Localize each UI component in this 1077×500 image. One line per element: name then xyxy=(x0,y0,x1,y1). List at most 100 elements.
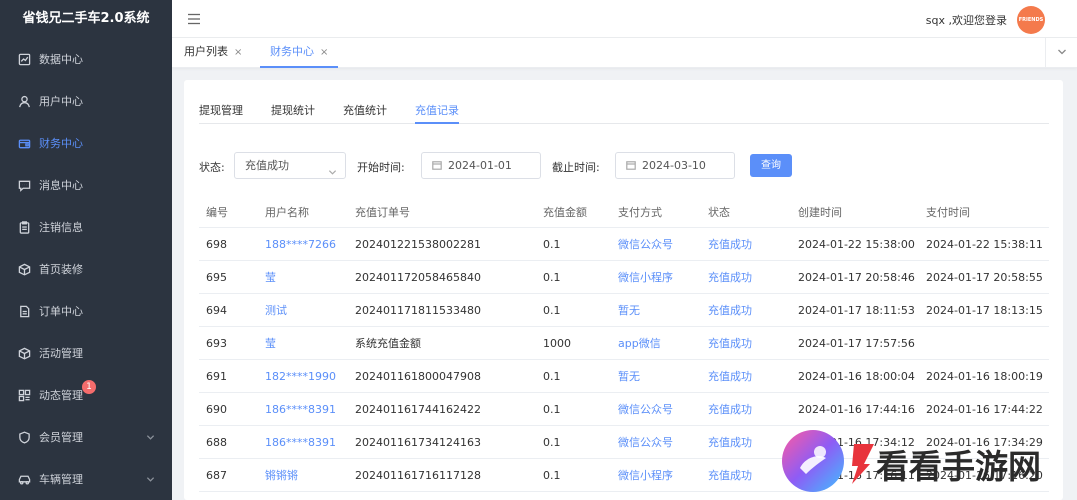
table-cell: 0.1 xyxy=(543,303,561,317)
table-cell: app微信 xyxy=(618,337,661,350)
table-cell: 687 xyxy=(206,468,227,482)
sidebar-item-vehicles[interactable]: 车辆管理 xyxy=(0,458,172,500)
sidebar-item-label: 车辆管理 xyxy=(39,473,83,486)
table-cell: 充值成功 xyxy=(708,469,752,482)
table-cell[interactable]: 188****7266 xyxy=(265,228,336,260)
table-cell: 充值成功 xyxy=(708,403,752,416)
table-cell: 2024-01-16 18:00:19 xyxy=(926,369,1043,383)
table-cell[interactable]: 莹 xyxy=(265,261,276,293)
sidebar-item-home-decor[interactable]: 首页装修 xyxy=(0,248,172,290)
table-cell: 695 xyxy=(206,270,227,284)
table-cell: 暂无 xyxy=(618,370,640,383)
menu-toggle-icon[interactable] xyxy=(187,13,201,25)
subtab-recharge-stats[interactable]: 充值统计 xyxy=(343,102,387,124)
table-cell: 0.1 xyxy=(543,468,561,482)
start-date-value: 2024-01-01 xyxy=(448,159,512,172)
sidebar-item-label: 首页装修 xyxy=(39,263,83,276)
status-value: 充值成功 xyxy=(245,159,289,172)
table-cell: 系统充值金额 xyxy=(355,337,421,350)
table-cell[interactable]: 锵锵锵 xyxy=(265,459,298,491)
chart-icon xyxy=(17,52,31,66)
table-row: 693 莹 系统充值金额 1000 app微信 充值成功 2024-01-17 17:57:… xyxy=(199,327,1049,360)
welcome-text: sqx ,欢迎您登录 xyxy=(925,14,1007,27)
end-date-input[interactable]: 2024-03-10 xyxy=(615,152,735,179)
tab-finance-center[interactable]: 财务中心 × xyxy=(260,38,339,68)
status-select[interactable]: 充值成功 xyxy=(234,152,346,179)
tab-label: 财务中心 xyxy=(270,45,314,58)
sidebar-item-order-center[interactable]: 订单中心 xyxy=(0,290,172,332)
table-cell: 2024-01-22 15:38:11 xyxy=(926,237,1043,251)
sidebar-item-message-center[interactable]: 消息中心 xyxy=(0,164,172,206)
sidebar-item-label: 数据中心 xyxy=(39,53,83,66)
sidebar-item-data-center[interactable]: 数据中心 xyxy=(0,38,172,80)
notification-badge: 1 xyxy=(82,380,96,394)
subtab-withdraw-manage[interactable]: 提现管理 xyxy=(199,102,243,124)
table-cell: 0.1 xyxy=(543,369,561,383)
end-date-value: 2024-03-10 xyxy=(642,159,706,172)
tabs-dropdown-button[interactable] xyxy=(1045,38,1077,68)
column-header: 充值金额 xyxy=(543,205,587,219)
table-cell: 691 xyxy=(206,369,227,383)
table-cell: 698 xyxy=(206,237,227,251)
sidebar-item-activity[interactable]: 活动管理 xyxy=(0,332,172,374)
table-cell: 2024-01-17 18:11:53 xyxy=(798,303,915,317)
table-cell: 充值成功 xyxy=(708,436,752,449)
column-header: 状态 xyxy=(708,205,730,219)
close-icon[interactable]: × xyxy=(320,47,328,58)
column-header: 编号 xyxy=(206,205,228,219)
query-button[interactable]: 查询 xyxy=(750,154,792,177)
sidebar-item-label: 财务中心 xyxy=(39,137,83,150)
watermark-arrow-icon xyxy=(852,444,874,484)
table-cell: 充值成功 xyxy=(708,304,752,317)
table-cell[interactable]: 186****8391 xyxy=(265,393,336,425)
chevron-down-icon xyxy=(146,474,156,484)
table-cell[interactable]: 莹 xyxy=(265,327,276,359)
start-date-input[interactable]: 2024-01-01 xyxy=(421,152,541,179)
table-cell[interactable]: 186****8391 xyxy=(265,426,336,458)
table-cell[interactable]: 测试 xyxy=(265,294,287,326)
sidebar-item-label: 动态管理 xyxy=(39,389,83,402)
site-watermark: 看看手游网 xyxy=(780,428,1077,500)
sidebar-item-cancel-info[interactable]: 注销信息 xyxy=(0,206,172,248)
subtab-recharge-records[interactable]: 充值记录 xyxy=(415,102,459,124)
watermark-logo-icon xyxy=(782,430,844,492)
table-cell: 微信公众号 xyxy=(618,436,673,449)
sidebar-item-label: 会员管理 xyxy=(39,431,83,444)
sidebar-item-dynamics[interactable]: 动态管理 1 xyxy=(0,374,172,416)
sidebar-item-label: 活动管理 xyxy=(39,347,83,360)
sidebar-item-finance-center[interactable]: 财务中心 xyxy=(0,122,172,164)
close-icon[interactable]: × xyxy=(234,47,242,58)
table-row: 698 188****7266 202401221538002281 0.1 微信公众号… xyxy=(199,228,1049,261)
table-cell: 2024-01-22 15:38:00 xyxy=(798,237,915,251)
table-cell: 690 xyxy=(206,402,227,416)
table-cell: 充值成功 xyxy=(708,370,752,383)
table-cell: 2024-01-17 20:58:46 xyxy=(798,270,915,284)
app-title: 省钱兄二手车2.0系统 xyxy=(22,11,150,26)
status-label: 状态: xyxy=(199,161,225,174)
sidebar-item-user-center[interactable]: 用户中心 xyxy=(0,80,172,122)
table-row: 695 莹 2024011720584658­40 0.1 微信小程序 充值成功 2024-… xyxy=(199,261,1049,294)
table-row: 690 186****8391 202401161744162422 0.1 微信公众号… xyxy=(199,393,1049,426)
start-time-label: 开始时间: xyxy=(357,161,405,174)
subtab-withdraw-stats[interactable]: 提现统计 xyxy=(271,102,315,124)
sidebar-item-label: 用户中心 xyxy=(39,95,83,108)
top-bar: sqx ,欢迎您登录 FRIENDS xyxy=(172,0,1077,38)
sidebar: 省钱兄二手车2.0系统 数据中心 用户中心 财务中心 消息中心 注销信息 首页装… xyxy=(0,0,172,500)
table-cell: 2024-01-16 17:44:16 xyxy=(798,402,915,416)
table-cell: 充值成功 xyxy=(708,271,752,284)
avatar[interactable]: FRIENDS xyxy=(1017,6,1045,34)
grid-icon xyxy=(17,388,31,402)
table-cell: 暂无 xyxy=(618,304,640,317)
sidebar-item-members[interactable]: 会员管理 xyxy=(0,416,172,458)
table-cell: 202401161744162422 xyxy=(355,402,481,416)
tab-user-list[interactable]: 用户列表 × xyxy=(174,38,252,68)
table-cell: 0.1 xyxy=(543,402,561,416)
table-cell: 0.1 xyxy=(543,270,561,284)
page-tabs: 用户列表 × 财务中心 × xyxy=(172,38,1077,68)
column-header: 支付时间 xyxy=(926,205,970,219)
table-row: 691 182****1990 202401161800047908 0.1 暂无 充值成… xyxy=(199,360,1049,393)
chevron-down-icon xyxy=(328,161,337,175)
table-cell: 693 xyxy=(206,336,227,350)
sidebar-item-label: 消息中心 xyxy=(39,179,83,192)
table-cell[interactable]: 182****1990 xyxy=(265,360,336,392)
